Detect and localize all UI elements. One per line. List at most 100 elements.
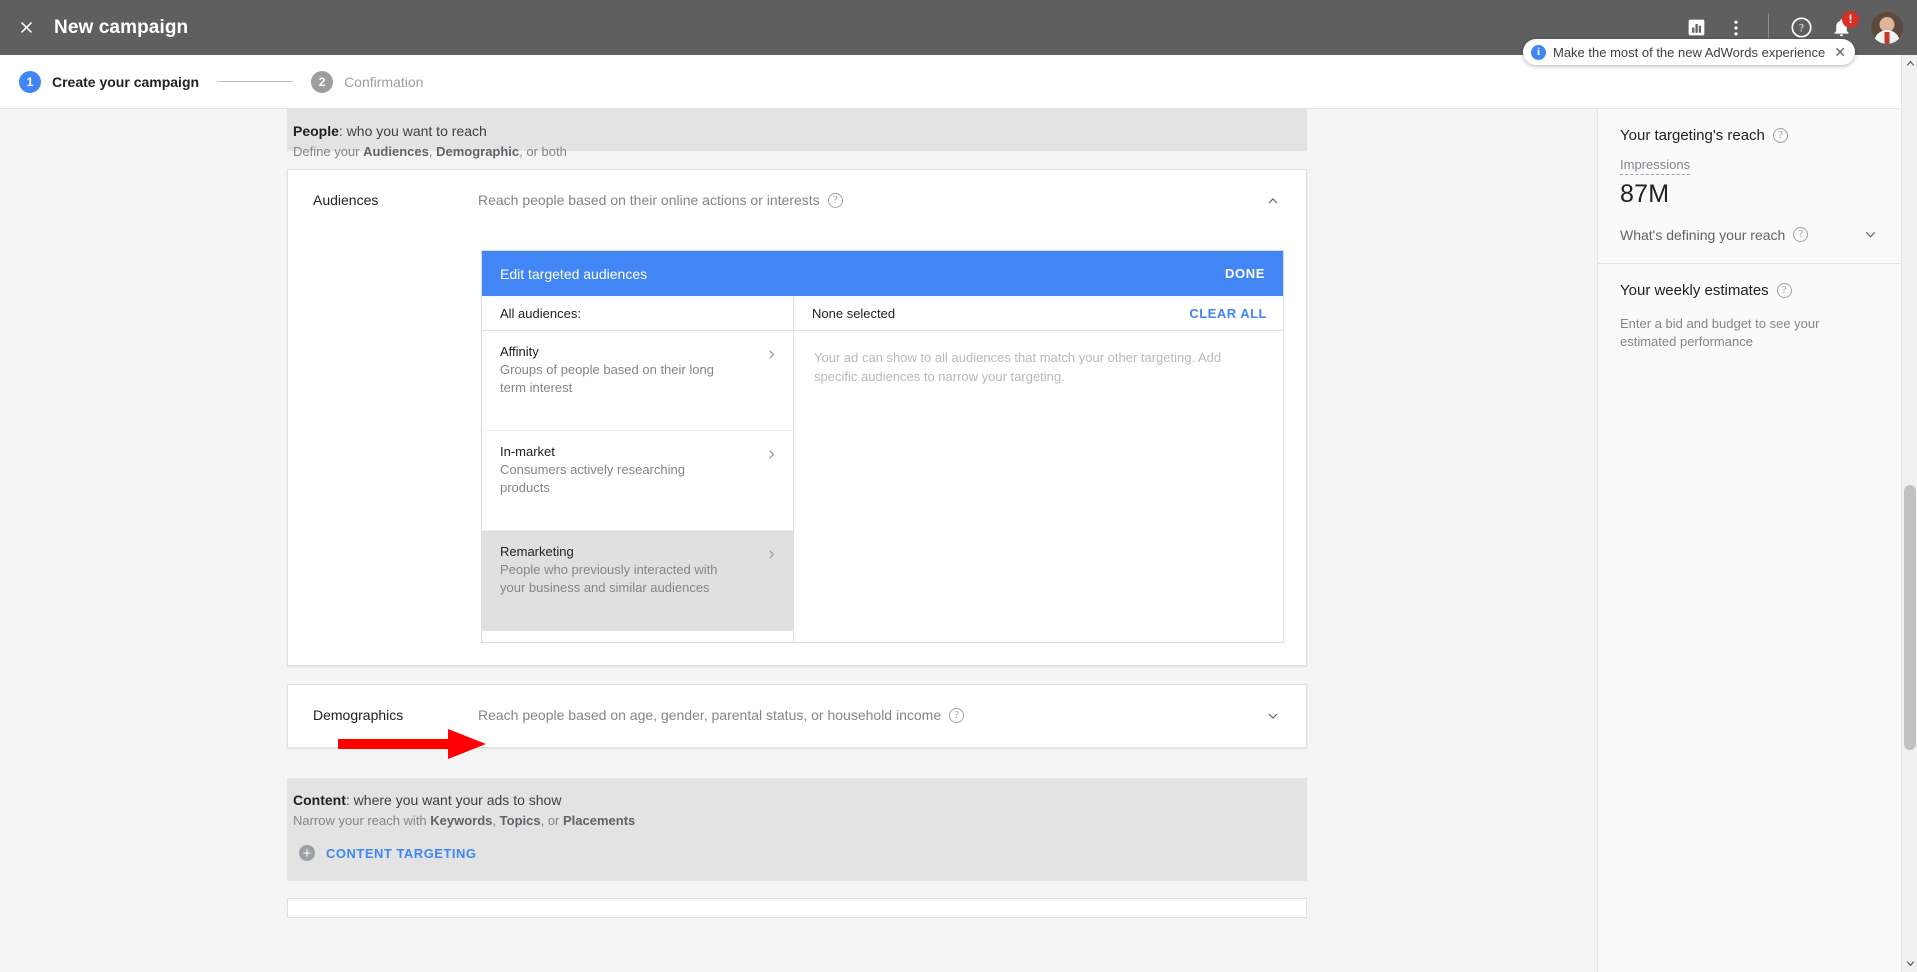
weekly-estimates-title: Your weekly estimates ? (1620, 282, 1879, 299)
notification-badge: ! (1842, 11, 1859, 28)
avatar[interactable] (1871, 12, 1903, 44)
demographics-description-text: Reach people based on age, gender, paren… (478, 707, 941, 723)
chevron-right-icon[interactable] (764, 443, 779, 467)
people-section-header: People: who you want to reach Define you… (287, 109, 1307, 151)
audience-text-block: Affinity Groups of people based on their… (500, 343, 732, 397)
svg-text:?: ? (1799, 23, 1804, 35)
audience-category-affinity[interactable]: Affinity Groups of people based on their… (482, 331, 793, 431)
content-sub-keywords: Keywords (430, 813, 492, 828)
step-label-1: Create your campaign (52, 74, 199, 90)
audience-name: Affinity (500, 343, 732, 361)
audiences-card: Audiences Reach people based on their on… (287, 169, 1307, 666)
estimates-sidebar: Your targeting's reach ? Impressions 87M… (1597, 109, 1901, 972)
people-sub-audiences: Audiences (363, 144, 429, 159)
picker-body: All audiences: Affinity Groups of people… (482, 296, 1283, 642)
targeting-reach-block: Your targeting's reach ? Impressions 87M… (1598, 109, 1901, 263)
audience-text-block: In-market Consumers actively researching… (500, 443, 732, 497)
clear-all-button[interactable]: CLEAR ALL (1189, 306, 1267, 321)
people-sub-sep: , (429, 144, 436, 159)
content-section-title: Content: where you want your ads to show (293, 790, 1307, 811)
content-section-subtitle: Narrow your reach with Keywords, Topics,… (293, 811, 1307, 831)
content-title-bold: Content (293, 792, 346, 808)
whats-defining-your-reach-label: What's defining your reach (1620, 227, 1785, 243)
audience-category-in-market[interactable]: In-market Consumers actively researching… (482, 431, 793, 531)
content-targeting-button[interactable]: + CONTENT TARGETING (293, 831, 1307, 877)
selected-audiences-panel: None selected CLEAR ALL Your ad can show… (794, 296, 1283, 642)
weekly-estimates-note: Enter a bid and budget to see your estim… (1620, 315, 1879, 351)
content-section-header: Content: where you want your ads to show… (287, 778, 1307, 881)
demographics-card-label: Demographics (288, 705, 478, 723)
people-sub-prefix: Define your (293, 144, 363, 159)
done-button[interactable]: DONE (1225, 266, 1265, 281)
spacer (287, 881, 1307, 898)
stepper-connector (217, 81, 293, 82)
audience-name: Remarketing (500, 543, 732, 561)
people-sub-suffix: , or both (519, 144, 567, 159)
scrollbar-thumb[interactable] (1904, 485, 1916, 750)
automated-targeting-card-partial[interactable] (287, 898, 1307, 918)
chevron-down-icon[interactable] (1862, 226, 1879, 243)
audience-name: In-market (500, 443, 732, 461)
campaign-settings-column: People: who you want to reach Define you… (287, 109, 1307, 918)
step-label-2: Confirmation (344, 74, 423, 90)
impressions-value: 87M (1620, 180, 1879, 209)
help-icon[interactable]: ? (949, 708, 964, 723)
scroll-down-icon[interactable] (1902, 955, 1917, 972)
chevron-right-icon[interactable] (764, 343, 779, 367)
demographics-card[interactable]: Demographics Reach people based on age, … (287, 684, 1307, 748)
picker-title: Edit targeted audiences (500, 266, 647, 282)
step-create-your-campaign[interactable]: 1 Create your campaign (0, 71, 199, 93)
content-targeting-label: CONTENT TARGETING (326, 846, 477, 861)
targeting-reach-title-text: Your targeting's reach (1620, 127, 1765, 144)
content-sub-placements: Placements (563, 813, 635, 828)
help-icon[interactable]: ? (1773, 128, 1788, 143)
selected-count-label: None selected (812, 306, 895, 321)
content-title-rest: : where you want your ads to show (346, 792, 562, 808)
edit-targeted-audiences-panel: Edit targeted audiences DONE All audienc… (481, 250, 1284, 643)
people-sub-demographic: Demographic (436, 144, 519, 159)
audience-description: Consumers actively researching products (500, 461, 732, 497)
page-title: New campaign (54, 17, 188, 39)
selected-audiences-header: None selected CLEAR ALL (794, 296, 1283, 331)
content-sub-topics: Topics (500, 813, 541, 828)
all-audiences-header: All audiences: (482, 296, 793, 331)
selected-empty-message: Your ad can show to all audiences that m… (794, 331, 1283, 386)
spacer (287, 748, 1307, 778)
audiences-card-header[interactable]: Audiences Reach people based on their on… (288, 170, 1306, 228)
content-sub-sep1: , (492, 813, 499, 828)
audience-text-block: Remarketing People who previously intera… (500, 543, 732, 597)
scroll-up-icon[interactable] (1902, 55, 1917, 72)
audiences-description-text: Reach people based on their online actio… (478, 192, 820, 208)
chevron-right-icon[interactable] (764, 543, 779, 567)
chevron-down-icon[interactable] (1262, 705, 1284, 727)
all-audiences-label: All audiences: (500, 306, 581, 321)
targeting-reach-title: Your targeting's reach ? (1620, 127, 1879, 144)
people-section-title: People: who you want to reach (293, 121, 1307, 142)
audience-description: Groups of people based on their long ter… (500, 361, 732, 397)
plus-icon: + (299, 845, 315, 861)
audience-description: People who previously interacted with yo… (500, 561, 732, 597)
people-title-rest: : who you want to reach (339, 123, 487, 139)
page-body: People: who you want to reach Define you… (0, 109, 1901, 972)
whats-defining-your-reach-row[interactable]: What's defining your reach ? (1620, 226, 1879, 243)
demographics-card-header[interactable]: Demographics Reach people based on age, … (288, 685, 1306, 747)
close-icon[interactable]: ✕ (1834, 45, 1846, 59)
page-scrollbar[interactable] (1901, 55, 1917, 972)
weekly-estimates-block: Your weekly estimates ? Enter a bid and … (1598, 263, 1901, 371)
demographics-card-description: Reach people based on age, gender, paren… (478, 705, 964, 723)
spacer (287, 666, 1307, 684)
help-icon[interactable]: ? (1793, 227, 1808, 242)
chevron-up-icon[interactable] (1262, 190, 1284, 212)
audiences-card-description: Reach people based on their online actio… (478, 190, 843, 208)
close-icon[interactable] (14, 16, 38, 40)
help-icon[interactable]: ? (828, 193, 843, 208)
impressions-label[interactable]: Impressions (1620, 157, 1690, 175)
step-number-1: 1 (19, 71, 41, 93)
toast-message: Make the most of the new AdWords experie… (1553, 45, 1825, 60)
help-icon[interactable]: ? (1777, 283, 1792, 298)
step-number-2: 2 (311, 71, 333, 93)
audience-category-remarketing[interactable]: Remarketing People who previously intera… (482, 531, 793, 631)
toolbar-divider (1768, 13, 1769, 43)
people-title-bold: People (293, 123, 339, 139)
experience-toast: i Make the most of the new AdWords exper… (1523, 39, 1855, 65)
